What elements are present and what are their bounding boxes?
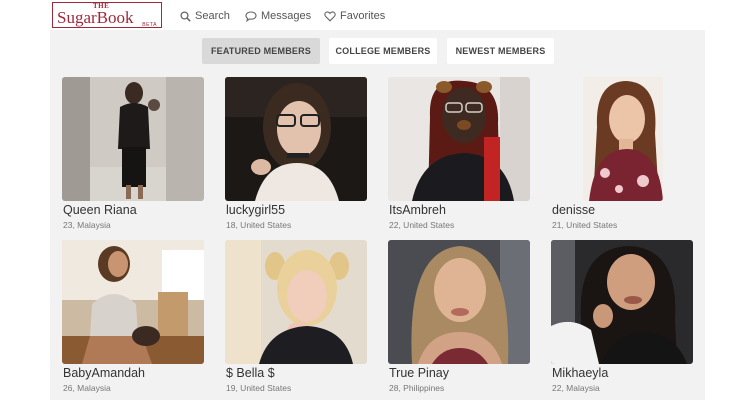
- top-nav: THE SugarBook BETA Search Messages Favor…: [50, 0, 705, 30]
- member-age-location: 19, United States: [226, 383, 292, 393]
- member-age-location: 23, Malaysia: [63, 220, 111, 230]
- member-age-location: 18, United States: [226, 220, 292, 230]
- chat-bubble-icon: [245, 10, 257, 22]
- member-name[interactable]: BabyAmandah: [63, 366, 145, 380]
- logo-beta-badge: BETA: [142, 22, 157, 28]
- member-tabs: FEATURED MEMBERS COLLEGE MEMBERS NEWEST …: [50, 38, 705, 64]
- tab-featured-members[interactable]: FEATURED MEMBERS: [202, 38, 320, 64]
- heart-icon: [324, 10, 336, 22]
- member-name[interactable]: ItsAmbreh: [389, 203, 446, 217]
- nav-favorites-link[interactable]: Favorites: [324, 9, 385, 23]
- nav-messages-link[interactable]: Messages: [245, 9, 311, 23]
- member-card[interactable]: Mikhaeyla 22, Malaysia: [551, 240, 696, 400]
- member-card[interactable]: $ Bella $ 19, United States: [225, 240, 370, 400]
- member-name[interactable]: $ Bella $: [226, 366, 275, 380]
- member-card[interactable]: Queen Riana 23, Malaysia: [62, 77, 207, 239]
- member-photo[interactable]: [62, 77, 204, 201]
- nav-search-link[interactable]: Search: [180, 9, 230, 23]
- nav-search-label: Search: [195, 10, 230, 22]
- member-name[interactable]: denisse: [552, 203, 595, 217]
- member-card[interactable]: luckygirl55 18, United States: [225, 77, 370, 239]
- member-photo[interactable]: [225, 240, 367, 364]
- member-photo[interactable]: [62, 240, 204, 364]
- search-icon: [180, 10, 191, 22]
- member-card[interactable]: True Pinay 28, Philippines: [388, 240, 533, 400]
- member-name[interactable]: Queen Riana: [63, 203, 137, 217]
- member-name[interactable]: Mikhaeyla: [552, 366, 608, 380]
- member-age-location: 28, Philippines: [389, 383, 445, 393]
- logo[interactable]: THE SugarBook BETA: [52, 2, 162, 28]
- page: THE SugarBook BETA Search Messages Favor…: [50, 0, 705, 400]
- member-age-location: 26, Malaysia: [63, 383, 111, 393]
- member-name[interactable]: True Pinay: [389, 366, 449, 380]
- member-age-location: 22, United States: [389, 220, 455, 230]
- member-photo[interactable]: [388, 240, 530, 364]
- member-age-location: 22, Malaysia: [552, 383, 600, 393]
- nav-messages-label: Messages: [261, 10, 312, 22]
- member-name[interactable]: luckygirl55: [226, 203, 285, 217]
- member-card[interactable]: BabyAmandah 26, Malaysia: [62, 240, 207, 400]
- member-photo[interactable]: [583, 77, 663, 201]
- member-card[interactable]: denisse 21, United States: [551, 77, 696, 239]
- logo-name: SugarBook: [57, 8, 134, 27]
- tab-college-members[interactable]: COLLEGE MEMBERS: [329, 38, 437, 64]
- member-card[interactable]: ItsAmbreh 22, United States: [388, 77, 533, 239]
- member-photo[interactable]: [225, 77, 367, 201]
- member-age-location: 21, United States: [552, 220, 618, 230]
- member-photo[interactable]: [388, 77, 530, 201]
- member-photo[interactable]: [551, 240, 693, 364]
- tab-newest-members[interactable]: NEWEST MEMBERS: [447, 38, 554, 64]
- nav-favorites-label: Favorites: [340, 10, 386, 22]
